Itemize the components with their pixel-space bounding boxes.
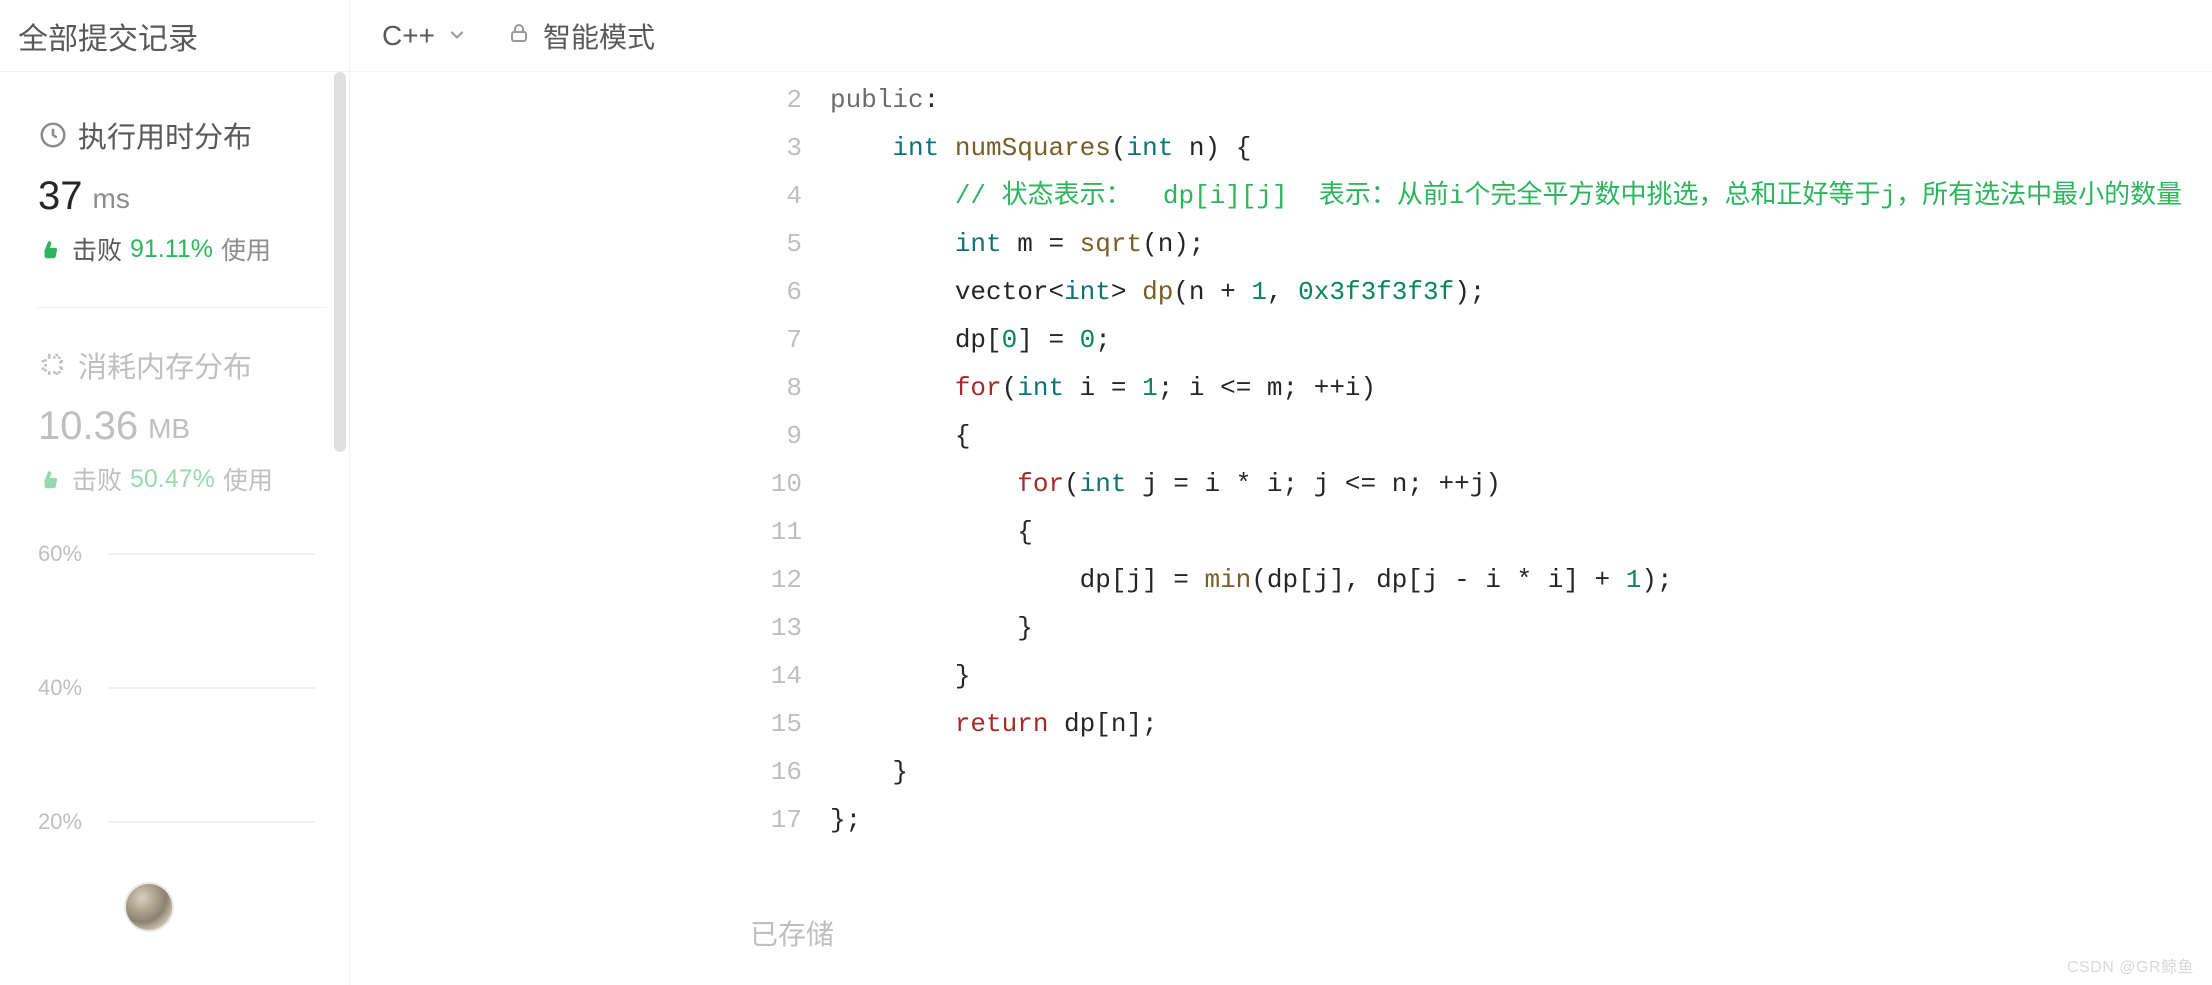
beat-label: 击败 bbox=[72, 461, 122, 497]
language-selector[interactable]: C++ bbox=[382, 20, 467, 52]
code-line[interactable]: { bbox=[830, 508, 2212, 556]
line-number: 8 bbox=[350, 364, 802, 412]
line-number: 7 bbox=[350, 316, 802, 364]
editor-toolbar: C++ 智能模式 bbox=[350, 0, 2212, 72]
line-number: 12 bbox=[350, 556, 802, 604]
ytick-40: 40% bbox=[38, 675, 108, 701]
line-number: 16 bbox=[350, 748, 802, 796]
runtime-beats: 击败 91.11% 使用 bbox=[38, 231, 327, 267]
runtime-value: 37 ms bbox=[38, 174, 327, 219]
code-line[interactable]: for(int i = 1; i <= m; ++i) bbox=[830, 364, 2212, 412]
memory-unit: MB bbox=[148, 413, 190, 449]
code-line[interactable]: } bbox=[830, 652, 2212, 700]
ytick-20: 20% bbox=[38, 809, 108, 835]
line-number: 5 bbox=[350, 220, 802, 268]
code-area[interactable]: public: int numSquares(int n) { // 状态表示：… bbox=[830, 76, 2212, 985]
memory-beats: 击败 50.47% 使用 bbox=[38, 461, 327, 497]
line-number: 13 bbox=[350, 604, 802, 652]
distribution-chart: 60% 40% 20% bbox=[38, 541, 327, 835]
watermark: CSDN @GR鲸鱼 bbox=[2067, 953, 2194, 977]
code-line[interactable]: int m = sqrt(n); bbox=[830, 220, 2212, 268]
runtime-title-text: 执行用时分布 bbox=[78, 114, 252, 156]
memory-title-text: 消耗内存分布 bbox=[78, 344, 252, 386]
code-line[interactable]: int numSquares(int n) { bbox=[830, 124, 2212, 172]
code-line[interactable]: // 状态表示： dp[i][j] 表示：从前i个完全平方数中挑选，总和正好等于… bbox=[830, 172, 2212, 220]
runtime-num: 37 bbox=[38, 174, 83, 219]
line-number: 15 bbox=[350, 700, 802, 748]
code-line[interactable]: dp[j] = min(dp[j], dp[j - i * i] + 1); bbox=[830, 556, 2212, 604]
clock-icon bbox=[38, 120, 68, 150]
divider bbox=[38, 307, 327, 308]
line-number: 14 bbox=[350, 652, 802, 700]
code-editor[interactable]: 234567891011121314151617 public: int num… bbox=[350, 72, 2212, 985]
memory-num: 10.36 bbox=[38, 404, 138, 449]
chevron-down-icon bbox=[447, 20, 467, 52]
runtime-title: 执行用时分布 bbox=[38, 114, 327, 156]
line-number: 2 bbox=[350, 76, 802, 124]
memory-value: 10.36 MB bbox=[38, 404, 327, 449]
mode-label: 智能模式 bbox=[543, 16, 655, 56]
beat-suffix: 使用 bbox=[221, 231, 271, 267]
code-line[interactable]: for(int j = i * i; j <= n; ++j) bbox=[830, 460, 2212, 508]
mode-selector[interactable]: 智能模式 bbox=[507, 16, 655, 56]
code-line[interactable]: } bbox=[830, 748, 2212, 796]
code-line[interactable]: }; bbox=[830, 796, 2212, 844]
code-line[interactable]: public: bbox=[830, 76, 2212, 124]
line-number: 9 bbox=[350, 412, 802, 460]
line-number: 17 bbox=[350, 796, 802, 844]
beat-pct: 50.47% bbox=[130, 465, 215, 494]
avatar[interactable] bbox=[126, 884, 172, 930]
lock-icon bbox=[507, 20, 531, 52]
scrollbar-thumb[interactable] bbox=[334, 72, 346, 452]
runtime-unit: ms bbox=[93, 183, 130, 219]
line-number: 6 bbox=[350, 268, 802, 316]
beat-pct: 91.11% bbox=[130, 235, 213, 264]
main-panel: C++ 智能模式 234567891011121314151617 public… bbox=[350, 0, 2212, 985]
code-line[interactable]: } bbox=[830, 604, 2212, 652]
sidebar: 全部提交记录 执行用时分布 37 ms 击败 91.11% bbox=[0, 0, 350, 985]
line-gutter: 234567891011121314151617 bbox=[350, 76, 830, 985]
sidebar-header[interactable]: 全部提交记录 bbox=[0, 0, 349, 72]
memory-title: 消耗内存分布 bbox=[38, 344, 327, 386]
line-number: 10 bbox=[350, 460, 802, 508]
chip-icon bbox=[38, 350, 68, 380]
code-line[interactable]: dp[0] = 0; bbox=[830, 316, 2212, 364]
code-line[interactable]: vector<int> dp(n + 1, 0x3f3f3f3f); bbox=[830, 268, 2212, 316]
language-label: C++ bbox=[382, 20, 435, 52]
code-line[interactable]: return dp[n]; bbox=[830, 700, 2212, 748]
clap-icon bbox=[38, 236, 64, 262]
ytick-60: 60% bbox=[38, 541, 108, 567]
line-number: 3 bbox=[350, 124, 802, 172]
beat-suffix: 使用 bbox=[223, 461, 273, 497]
clap-icon bbox=[38, 466, 64, 492]
line-number: 4 bbox=[350, 172, 802, 220]
save-status: 已存储 bbox=[750, 913, 834, 953]
line-number: 11 bbox=[350, 508, 802, 556]
code-line[interactable]: { bbox=[830, 412, 2212, 460]
scrollbar-track[interactable] bbox=[331, 72, 349, 572]
beat-label: 击败 bbox=[72, 231, 122, 267]
